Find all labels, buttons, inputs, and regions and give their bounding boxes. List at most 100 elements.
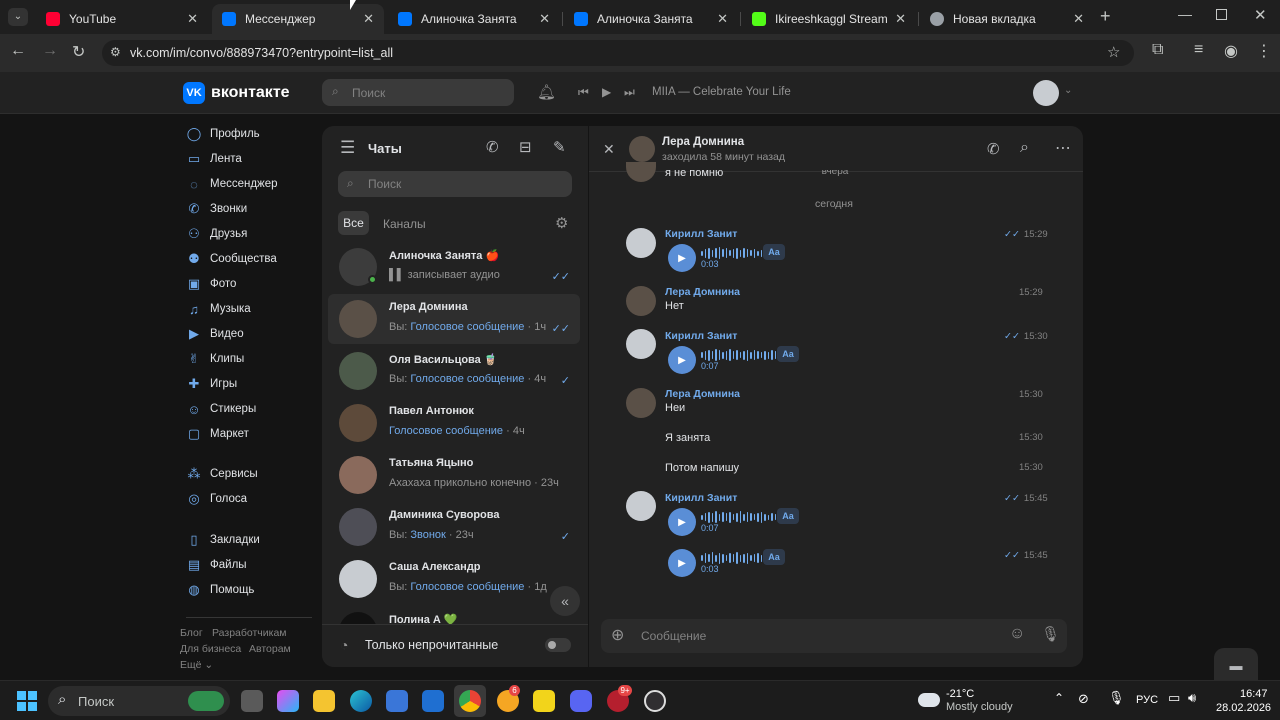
play-voice-button[interactable]: ▶ xyxy=(668,508,696,536)
bell-icon[interactable]: 🔔︎ xyxy=(537,83,556,101)
play-voice-button[interactable]: ▶ xyxy=(668,346,696,374)
clock-time[interactable]: 16:47 xyxy=(1240,688,1268,700)
close-tab-icon[interactable]: ✕ xyxy=(187,11,198,27)
forward-icon[interactable]: → xyxy=(42,42,58,60)
nav-stickers[interactable]: ☺ Стикеры xyxy=(186,399,256,419)
chat-item[interactable]: Лера Домнина Вы: Голосовое сообщение · 1… xyxy=(328,294,580,344)
close-icon[interactable]: ✕ xyxy=(603,141,615,158)
footer-business-link[interactable]: Для бизнеса xyxy=(180,643,241,655)
chevron-up-icon[interactable]: ⌃ xyxy=(1054,691,1064,705)
microphone-icon[interactable]: 🎙︎ xyxy=(1041,625,1060,643)
close-window-button[interactable]: ✕ xyxy=(1254,6,1267,24)
floating-chat-button[interactable]: ▬ xyxy=(1214,648,1258,680)
chat-item[interactable]: Алиночка Занята 🍎 ▌▌ записывает аудио ✓✓ xyxy=(328,242,580,292)
chevron-down-icon[interactable]: ⌄ xyxy=(1064,85,1072,96)
app-icon-yellow[interactable] xyxy=(533,690,555,712)
more-icon[interactable]: ⋯ xyxy=(1055,138,1071,158)
emoji-icon[interactable]: ☺ xyxy=(1009,625,1025,643)
nav-friends[interactable]: ⚇ Друзья xyxy=(186,224,247,244)
mail-icon[interactable] xyxy=(422,690,444,712)
tab-search-button[interactable]: ⌄ xyxy=(8,8,28,26)
next-track-icon[interactable]: ⏭︎ xyxy=(624,85,635,100)
close-tab-icon[interactable]: ✕ xyxy=(539,11,550,27)
edge-icon[interactable] xyxy=(350,690,372,712)
address-bar[interactable]: ⚙ vk.com/im/convo/888973470?entrypoint=l… xyxy=(102,40,1134,66)
nav-photos[interactable]: ▣ Фото xyxy=(186,274,237,294)
language-indicator[interactable]: РУС xyxy=(1136,694,1158,706)
nav-music[interactable]: ♫ Музыка xyxy=(186,299,251,319)
menu-kebab-icon[interactable]: ⋮ xyxy=(1256,41,1272,61)
settings-gear-icon[interactable]: ⚙ xyxy=(555,214,568,232)
profile-icon[interactable]: ◉ xyxy=(1224,41,1238,61)
voice-waveform[interactable] xyxy=(701,510,780,524)
nav-profile[interactable]: ◯ Профиль xyxy=(186,124,260,144)
archive-icon[interactable]: ⊟ xyxy=(519,138,532,156)
nav-votes[interactable]: ◎ Голоса xyxy=(186,489,247,509)
nav-help[interactable]: ◍ Помощь xyxy=(186,580,254,600)
chrome-icon[interactable] xyxy=(459,690,481,712)
play-voice-button[interactable]: ▶ xyxy=(668,549,696,577)
prev-track-icon[interactable]: ⏮︎ xyxy=(578,85,589,100)
tab-alinochka-1[interactable]: Алиночка Занята ✕ xyxy=(388,4,560,34)
reload-icon[interactable]: ↻ xyxy=(72,42,85,62)
tab-all[interactable]: Все xyxy=(338,211,369,235)
search-icon[interactable]: ⌕ xyxy=(1020,139,1029,157)
tab-alinochka-2[interactable]: Алиночка Занята ✕ xyxy=(564,4,738,34)
nav-bookmarks[interactable]: ▯ Закладки xyxy=(186,530,259,550)
new-call-icon[interactable]: ✆ xyxy=(486,138,499,156)
footer-blog-link[interactable]: Блог xyxy=(180,627,203,639)
unread-only-toggle[interactable] xyxy=(545,638,571,652)
play-voice-button[interactable]: ▶ xyxy=(668,244,696,272)
nav-services[interactable]: ⁂ Сервисы xyxy=(186,464,258,484)
task-view-icon[interactable] xyxy=(241,690,263,712)
transcribe-button[interactable]: Aa xyxy=(777,508,799,524)
transcribe-button[interactable]: Aa xyxy=(777,346,799,362)
nav-clips[interactable]: ✌ Клипы xyxy=(186,349,245,369)
tab-channels[interactable]: Каналы xyxy=(383,217,426,231)
voice-waveform[interactable] xyxy=(701,551,769,565)
user-avatar[interactable] xyxy=(1033,80,1059,106)
file-explorer-icon[interactable] xyxy=(313,690,335,712)
windows-start-icon[interactable] xyxy=(17,691,37,711)
chat-search-input[interactable]: ⌕ Поиск xyxy=(338,171,572,197)
close-tab-icon[interactable]: ✕ xyxy=(1073,11,1084,27)
nav-market[interactable]: ▢ Маркет xyxy=(186,424,249,444)
chat-item[interactable]: Саша Александр Вы: Голосовое сообщение ·… xyxy=(328,554,580,604)
nav-video[interactable]: ▶ Видео xyxy=(186,324,244,344)
microphone-icon[interactable]: 🎙︎ xyxy=(1108,690,1125,706)
message-author[interactable]: Кирилл Занит xyxy=(665,228,737,240)
hamburger-menu-icon[interactable]: ☰ xyxy=(340,138,355,158)
weather-temp[interactable]: -21°C xyxy=(946,688,974,700)
restore-button[interactable] xyxy=(1216,9,1227,20)
nav-communities[interactable]: ⚉ Сообщества xyxy=(186,249,277,269)
now-playing-text[interactable]: MIIA — Celebrate Your Life xyxy=(652,86,791,98)
close-tab-icon[interactable]: ✕ xyxy=(895,11,906,27)
copilot-icon[interactable] xyxy=(277,690,299,712)
chat-item[interactable]: Павел Антонюк Голосовое сообщение · 4ч xyxy=(328,398,580,448)
network-icon[interactable]: ▭ xyxy=(1168,690,1180,706)
nav-files[interactable]: ▤ Файлы xyxy=(186,555,247,575)
nav-calls[interactable]: ✆ Звонки xyxy=(186,199,248,219)
chat-item[interactable]: Оля Васильцова 🧋 Вы: Голосовое сообщение… xyxy=(328,346,580,396)
footer-authors-link[interactable]: Авторам xyxy=(249,643,291,655)
play-icon[interactable]: ▶ xyxy=(602,85,611,99)
message-author[interactable]: Кирилл Занит xyxy=(665,492,737,504)
weather-desc[interactable]: Mostly cloudy xyxy=(946,701,1013,713)
clock-date[interactable]: 28.02.2026 xyxy=(1216,702,1271,714)
tab-new[interactable]: Новая вкладка ✕ xyxy=(920,4,1094,34)
contact-name[interactable]: Лера Домнина xyxy=(662,136,744,148)
discord-icon[interactable] xyxy=(570,690,592,712)
media-controls-icon[interactable]: ≡ xyxy=(1194,41,1203,59)
phone-icon[interactable]: ✆ xyxy=(987,140,1000,158)
minimize-button[interactable]: — xyxy=(1178,6,1192,22)
footer-more-link[interactable]: Ещё ⌄ xyxy=(180,659,213,671)
close-tab-icon[interactable]: ✕ xyxy=(363,11,374,27)
site-info-icon[interactable]: ⚙ xyxy=(110,45,121,59)
nav-games[interactable]: ✚ Игры xyxy=(186,374,238,394)
obs-icon[interactable] xyxy=(644,690,666,712)
volume-icon[interactable]: 🔊︎ xyxy=(1188,690,1196,706)
message-author[interactable]: Кирилл Занит xyxy=(665,330,737,342)
close-tab-icon[interactable]: ✕ xyxy=(717,11,728,27)
message-input[interactable]: Сообщение xyxy=(641,629,706,643)
compose-icon[interactable]: ✎ xyxy=(553,138,566,156)
